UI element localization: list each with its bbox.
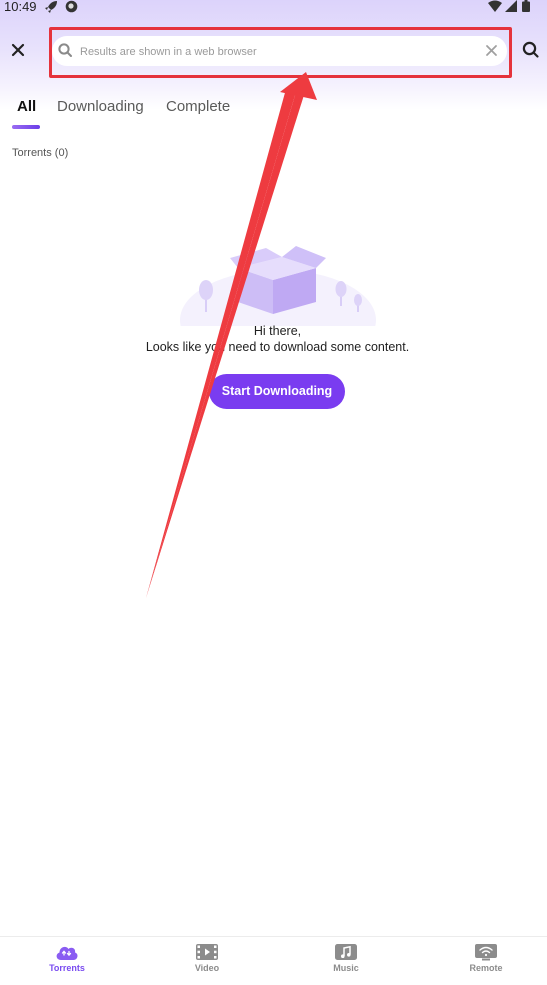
clear-search-icon[interactable] xyxy=(485,44,498,57)
nav-video[interactable]: Video xyxy=(167,943,247,973)
status-bar: 10:49 xyxy=(0,0,547,14)
nav-torrents-label: Torrents xyxy=(49,963,85,973)
tab-complete[interactable]: Complete xyxy=(166,98,230,115)
annotation-arrow xyxy=(146,72,317,598)
close-icon[interactable] xyxy=(8,40,28,60)
tab-bar: All Downloading Complete xyxy=(0,96,547,130)
nav-torrents[interactable]: Torrents xyxy=(27,943,107,973)
status-time: 10:49 xyxy=(4,0,37,14)
nav-remote-label: Remote xyxy=(469,963,503,973)
nav-music-label: Music xyxy=(333,963,359,973)
empty-state-subtitle: Looks like you need to download some con… xyxy=(145,340,410,354)
tab-all[interactable]: All xyxy=(17,98,36,115)
remote-wifi-icon xyxy=(475,944,497,961)
film-icon xyxy=(196,944,218,960)
start-downloading-button[interactable]: Start Downloading xyxy=(209,374,345,409)
empty-box-illustration xyxy=(178,246,378,332)
signal-icon xyxy=(505,0,517,12)
nav-video-label: Video xyxy=(194,963,220,973)
browser-icon xyxy=(65,0,78,13)
empty-state-title: Hi there, xyxy=(253,324,302,338)
battery-icon xyxy=(522,0,530,12)
music-note-icon xyxy=(335,944,357,960)
wifi-icon xyxy=(488,0,502,12)
search-button-icon[interactable] xyxy=(522,41,540,59)
search-icon xyxy=(58,43,72,57)
search-input[interactable] xyxy=(78,42,472,62)
torrents-count-label: Torrents (0) xyxy=(12,147,69,159)
tab-downloading[interactable]: Downloading xyxy=(57,98,144,115)
nav-remote[interactable]: Remote xyxy=(446,943,526,973)
active-tab-indicator xyxy=(12,125,40,129)
bottom-navigation: Torrents Video Music Remote xyxy=(0,936,547,985)
search-bar[interactable] xyxy=(52,36,507,66)
rocket-icon xyxy=(45,1,57,13)
cloud-download-icon xyxy=(56,946,78,960)
nav-music[interactable]: Music xyxy=(306,943,386,973)
